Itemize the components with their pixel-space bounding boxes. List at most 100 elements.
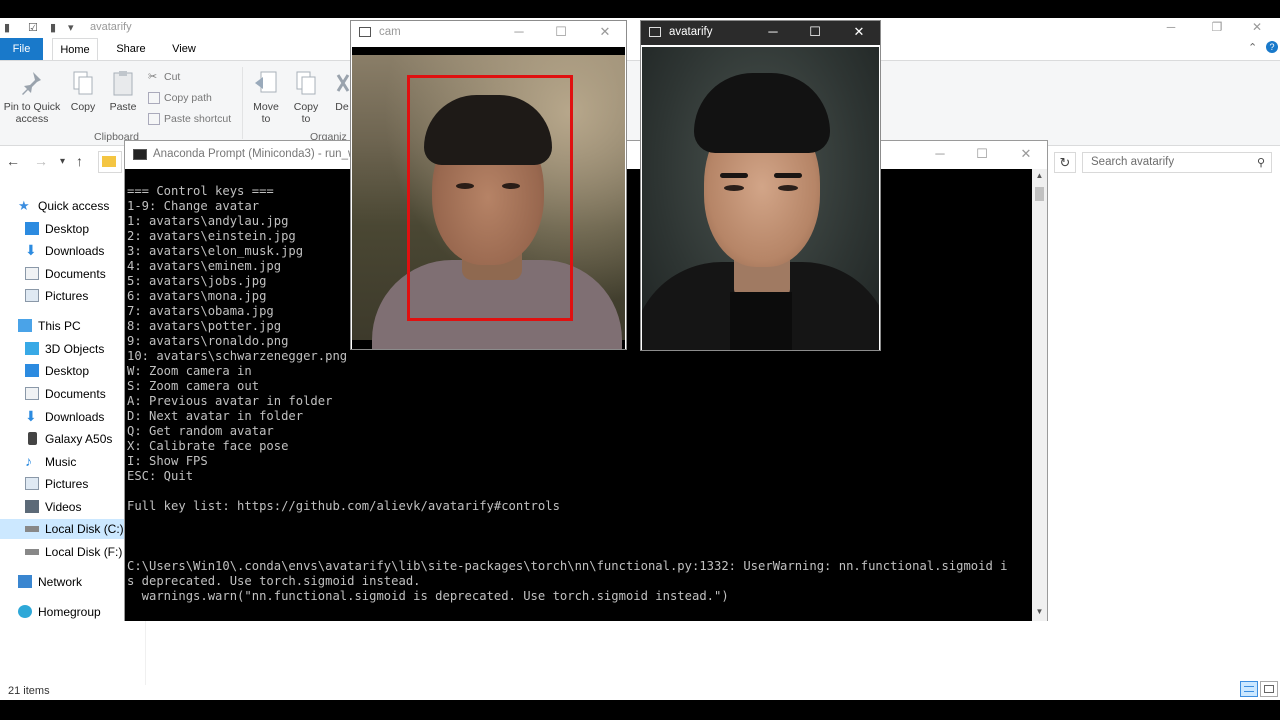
- paste-shortcut-label: Paste shortcut: [164, 113, 232, 125]
- details-view-button[interactable]: [1240, 681, 1258, 697]
- console-scrollbar[interactable]: ▲ ▼: [1032, 169, 1047, 621]
- console-line: Full key list: https://github.com/alievk…: [127, 499, 560, 513]
- move-to-label: Move to: [253, 101, 279, 125]
- delete-button[interactable]: De: [334, 69, 350, 113]
- console-line: 10: avatars\schwarzenegger.png: [127, 349, 348, 363]
- console-line: s deprecated. Use torch.sigmoid instead.: [127, 574, 421, 588]
- pin-label: Pin to Quick access: [3, 101, 61, 125]
- copy-button[interactable]: Copy: [66, 69, 100, 113]
- nav-label: Videos: [45, 500, 82, 514]
- search-input[interactable]: Search avatarify ⚲: [1082, 152, 1272, 173]
- nav-label: Local Disk (F:): [45, 545, 123, 559]
- paste-shortcut-button[interactable]: Paste shortcut: [148, 111, 231, 127]
- nav-label: Downloads: [45, 410, 105, 424]
- tab-view[interactable]: View: [162, 38, 206, 60]
- console-line: Q: Get random avatar: [127, 424, 274, 438]
- maximize-icon[interactable]: ☐: [795, 21, 835, 45]
- scroll-down-icon[interactable]: ▼: [1032, 607, 1047, 616]
- minimize-icon[interactable]: ─: [499, 21, 539, 45]
- large-icons-view-button[interactable]: [1260, 681, 1278, 697]
- properties-icon[interactable]: ☑: [28, 21, 38, 34]
- face-detection-box: [407, 75, 573, 321]
- videos-icon: [25, 500, 39, 513]
- refresh-button[interactable]: ↻: [1054, 152, 1076, 173]
- nav-label: Music: [45, 455, 77, 469]
- pin-to-quick-access-button[interactable]: Pin to Quick access: [2, 69, 62, 125]
- minimize-icon[interactable]: ─: [753, 21, 793, 45]
- quick-access-dropdown-icon[interactable]: ▾: [68, 21, 74, 34]
- copy-to-button[interactable]: Copy to: [290, 69, 322, 125]
- folder-icon: ▮: [4, 22, 11, 34]
- pictures-icon: [25, 477, 39, 490]
- pictures-icon: [25, 289, 39, 302]
- prompt-title: Anaconda Prompt (Miniconda3) - run_w: [153, 148, 357, 160]
- music-icon: ♪: [25, 453, 32, 469]
- close-icon[interactable]: ✕: [585, 21, 625, 45]
- computer-icon: [18, 319, 32, 332]
- drive-icon: [25, 526, 39, 532]
- maximize-icon[interactable]: ☐: [959, 143, 1005, 167]
- refresh-icon: ↻: [1059, 155, 1071, 170]
- bottom-letterbox: [0, 700, 1280, 720]
- nav-label: Homegroup: [38, 605, 101, 619]
- avatarify-titlebar[interactable]: avatarify ─ ☐ ✕: [641, 21, 880, 45]
- scroll-thumb[interactable]: [1035, 187, 1044, 201]
- paste-button[interactable]: Paste: [106, 69, 140, 113]
- nav-label: Downloads: [45, 244, 105, 258]
- search-placeholder: Search avatarify: [1091, 156, 1175, 168]
- delete-label: De: [335, 101, 349, 113]
- console-line: C:\Users\Win10\.conda\envs\avatarify\lib…: [127, 559, 1008, 573]
- status-item-count: 21 items: [8, 685, 50, 697]
- console-line: S: Zoom camera out: [127, 379, 260, 393]
- drive-icon: [25, 549, 39, 555]
- avatarify-window: avatarify ─ ☐ ✕: [640, 20, 881, 351]
- new-folder-icon[interactable]: ▮: [50, 21, 56, 34]
- tab-home[interactable]: Home: [52, 38, 98, 60]
- up-arrow-icon[interactable]: ↑: [76, 153, 83, 169]
- paste-shortcut-icon: [148, 113, 160, 126]
- nav-label: Documents: [45, 387, 106, 401]
- copy-path-label: Copy path: [164, 92, 212, 104]
- tab-share[interactable]: Share: [108, 38, 154, 60]
- close-icon[interactable]: ✕: [1234, 18, 1280, 38]
- back-arrow-icon[interactable]: ←: [6, 153, 20, 169]
- scroll-up-icon[interactable]: ▲: [1032, 171, 1047, 180]
- minimize-icon[interactable]: ─: [1148, 18, 1194, 38]
- large-icons-view-icon: [1264, 685, 1274, 693]
- cube-icon: [25, 342, 39, 355]
- console-line: warnings.warn("nn.functional.sigmoid is …: [127, 589, 729, 603]
- camera-feed: [352, 47, 625, 349]
- nav-label: Pictures: [45, 289, 89, 303]
- scissors-icon: ✂: [148, 71, 158, 84]
- clipboard-icon: [110, 69, 136, 97]
- copy-icon: [70, 69, 96, 97]
- move-to-button[interactable]: Move to: [250, 69, 282, 125]
- desktop-icon: [25, 364, 39, 377]
- maximize-icon[interactable]: ☐: [541, 21, 581, 45]
- pin-icon: [19, 69, 45, 97]
- nav-label: 3D Objects: [45, 342, 105, 356]
- tab-file[interactable]: File: [0, 38, 43, 60]
- folder-icon: [102, 156, 116, 167]
- top-letterbox: [0, 0, 1280, 18]
- help-icon[interactable]: ?: [1266, 41, 1278, 53]
- recent-locations-icon[interactable]: ▾: [60, 156, 65, 167]
- nav-label: Local Disk (C:): [45, 522, 124, 536]
- close-icon[interactable]: ✕: [1003, 143, 1049, 167]
- paste-label: Paste: [109, 101, 137, 113]
- nav-label: Galaxy A50s: [45, 432, 113, 446]
- cam-titlebar[interactable]: cam ─ ☐ ✕: [351, 21, 626, 45]
- forward-arrow-icon[interactable]: →: [34, 153, 48, 169]
- copy-path-icon: [148, 92, 160, 105]
- minimize-icon[interactable]: ─: [917, 143, 963, 167]
- cut-button[interactable]: ✂ Cut: [148, 69, 180, 85]
- console-line: A: Previous avatar in folder: [127, 394, 333, 408]
- close-icon[interactable]: ✕: [839, 21, 879, 45]
- collapse-ribbon-icon[interactable]: ⌃: [1248, 41, 1257, 54]
- copy-path-button[interactable]: Copy path: [148, 90, 212, 106]
- copy-label: Copy: [70, 101, 96, 113]
- address-field[interactable]: [98, 151, 122, 173]
- avatarify-title: avatarify: [669, 26, 713, 38]
